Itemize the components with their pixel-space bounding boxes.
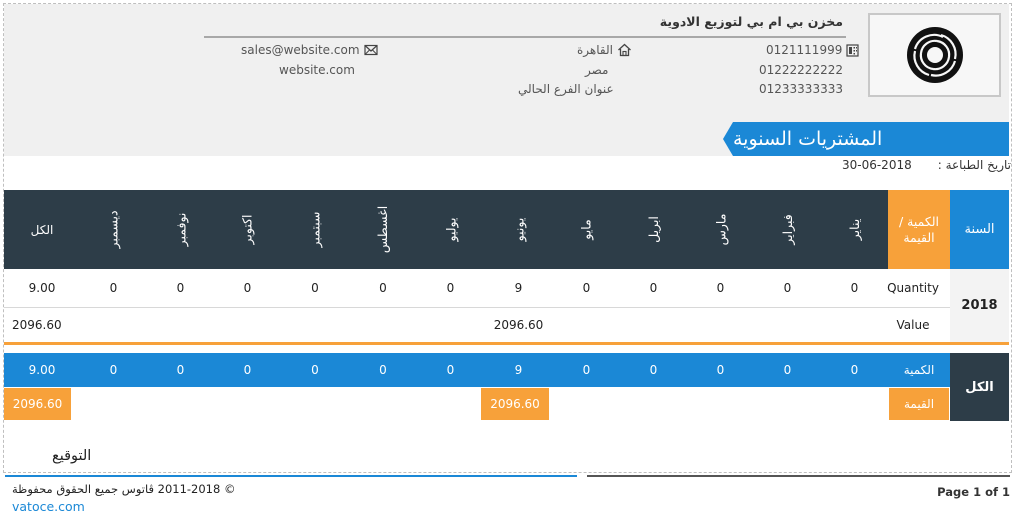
month-header-jan: يناير bbox=[847, 218, 862, 241]
total-qty-feb: 0 bbox=[783, 363, 792, 377]
total-qty-jul: 0 bbox=[446, 363, 455, 377]
country-line: مصر bbox=[585, 63, 608, 77]
year-header: السنة bbox=[950, 190, 1009, 269]
month-header-feb: فبراير bbox=[780, 214, 795, 245]
totals-value-label: القيمة bbox=[889, 388, 949, 420]
qty-jul: 0 bbox=[446, 281, 455, 295]
footer-link[interactable]: vatoce.com bbox=[12, 499, 85, 514]
value-label: Value bbox=[896, 318, 930, 332]
city: القاهرة bbox=[577, 43, 613, 57]
month-header-dec: ديسمبر bbox=[106, 210, 121, 249]
country: مصر bbox=[585, 63, 609, 77]
phone-3: 01233333333 bbox=[759, 82, 843, 96]
header-divider bbox=[204, 36, 846, 38]
total-value-jun: 2096.60 bbox=[481, 388, 549, 420]
value-row: Value 2096.60 2096.60 bbox=[4, 308, 1009, 342]
totals-label: الكل bbox=[950, 353, 1009, 421]
qty-sep: 0 bbox=[311, 281, 319, 295]
company-name: مخزن بي ام بي لتوزيع الادوية bbox=[659, 14, 843, 29]
total-header: الكل bbox=[30, 222, 54, 237]
email-line: sales@website.com bbox=[241, 43, 378, 57]
qty-total: 9.00 bbox=[28, 281, 56, 295]
month-header-jun: يونيو bbox=[511, 217, 526, 242]
qty-jun: 9 bbox=[514, 281, 523, 295]
phone-line-3: 01233333333 bbox=[759, 82, 843, 96]
total-qty-mar: 0 bbox=[716, 363, 725, 377]
report-header: مخزن بي ام بي لتوزيع الادوية 0121111999 … bbox=[4, 4, 1009, 156]
qty-mar: 0 bbox=[716, 281, 725, 295]
total-qty-may: 0 bbox=[582, 363, 591, 377]
qty-aug: 0 bbox=[379, 281, 387, 295]
total-qty-nov: 0 bbox=[176, 363, 185, 377]
phone-icon bbox=[846, 43, 859, 57]
print-date-label: تاريخ الطباعة : bbox=[937, 158, 1011, 172]
month-header-jul: يوليو bbox=[442, 217, 458, 242]
totals-quantity-label: الكمية bbox=[903, 363, 935, 377]
value-total: 2096.60 bbox=[12, 318, 62, 332]
email[interactable]: sales@website.com bbox=[241, 43, 360, 57]
total-qty-apr: 0 bbox=[649, 363, 658, 377]
branch-line: عنوان الفرع الحالي bbox=[518, 82, 614, 96]
phone-line-2: 01222222222 bbox=[759, 63, 843, 77]
section-divider bbox=[4, 342, 1009, 345]
total-qty-dec: 0 bbox=[109, 363, 118, 377]
home-icon bbox=[618, 43, 631, 57]
month-header-sep: سبتمبر bbox=[307, 211, 323, 248]
banner-arrow bbox=[723, 122, 733, 156]
phone-2: 01222222222 bbox=[759, 63, 843, 77]
qty-nov: 0 bbox=[176, 281, 185, 295]
total-value-total: 2096.60 bbox=[4, 388, 71, 420]
total-qty-sep: 0 bbox=[311, 363, 319, 377]
month-header-nov: نوفمبر bbox=[173, 212, 188, 247]
month-header-may: مايو bbox=[578, 219, 594, 240]
qty-may: 0 bbox=[582, 281, 591, 295]
qty-oct: 0 bbox=[243, 281, 252, 295]
total-qty-oct: 0 bbox=[243, 363, 252, 377]
month-header-apr: ابريل bbox=[645, 216, 661, 243]
city-line: القاهرة bbox=[577, 43, 632, 57]
qty-value-header: الكمية / القيمة bbox=[888, 190, 950, 269]
mail-icon bbox=[363, 44, 378, 56]
total-qty-jan: 0 bbox=[850, 363, 859, 377]
footer-rule-gray bbox=[587, 475, 1010, 477]
website-line: website.com bbox=[279, 63, 355, 77]
month-header-mar: مارس bbox=[713, 213, 728, 246]
logo-icon bbox=[906, 27, 963, 83]
month-header-aug: اغسطس bbox=[375, 205, 391, 254]
phone-line-1: 0121111999 bbox=[766, 43, 859, 57]
page-number: Page 1 of 1 bbox=[937, 485, 1010, 499]
totals-quantity-row: الكمية 0 0 0 0 0 9 0 0 0 0 0 0 9.00 bbox=[4, 353, 1009, 387]
quantity-row: Quantity 0 0 0 0 0 9 0 0 0 0 0 0 9.00 bbox=[4, 269, 1009, 308]
totals-value-row: القيمة 2096.60 2096.60 bbox=[4, 387, 1009, 421]
qty-apr: 0 bbox=[649, 281, 658, 295]
qty-feb: 0 bbox=[783, 281, 792, 295]
print-date: تاريخ الطباعة : 30-06-2018 bbox=[842, 158, 1011, 172]
signature-label: التوقيع bbox=[52, 448, 92, 464]
total-qty-jun: 9 bbox=[514, 363, 523, 377]
report-title-banner: المشتريات السنوية bbox=[733, 122, 1009, 156]
value-jun: 2096.60 bbox=[493, 318, 544, 332]
table-header-row: السنة الكمية / القيمة يناير فبراير مارس … bbox=[4, 190, 1009, 269]
print-date-value: 30-06-2018 bbox=[841, 158, 912, 172]
year-cell: 2018 bbox=[950, 269, 1009, 342]
month-header-oct: اكتوبر bbox=[240, 214, 255, 245]
company-logo bbox=[868, 13, 1001, 97]
total-qty-aug: 0 bbox=[379, 363, 387, 377]
report-title: المشتريات السنوية bbox=[733, 128, 883, 150]
total-qty-total: 9.00 bbox=[28, 363, 56, 377]
copyright-text: © 2011-2018 ڤاتوس جميع الحقوق محفوظة bbox=[12, 482, 236, 496]
branch-address: عنوان الفرع الحالي bbox=[518, 82, 614, 96]
qty-jan: 0 bbox=[850, 281, 859, 295]
footer-rule-blue bbox=[5, 475, 577, 477]
website[interactable]: website.com bbox=[279, 63, 355, 77]
phone-1: 0121111999 bbox=[766, 43, 843, 57]
qty-dec: 0 bbox=[109, 281, 118, 295]
